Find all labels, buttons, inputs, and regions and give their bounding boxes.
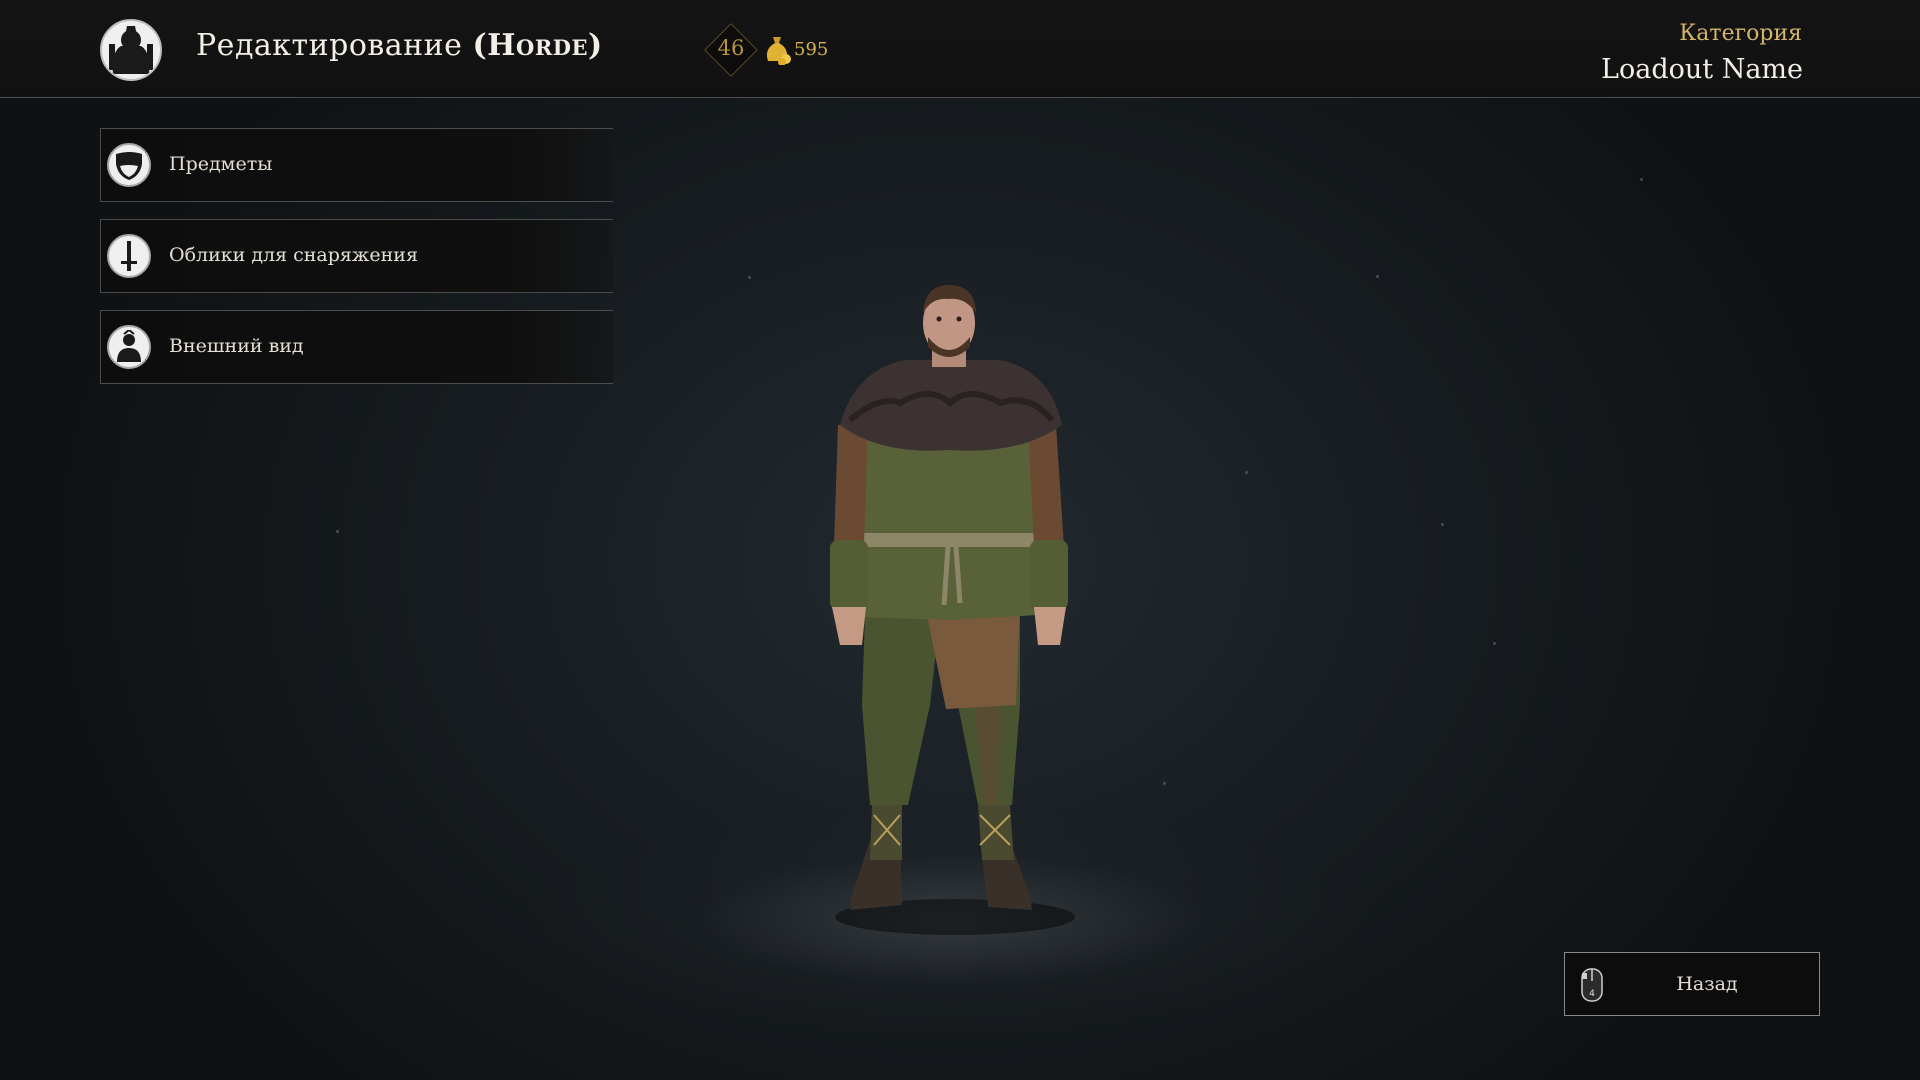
horde-warrior-emblem-icon: [100, 19, 162, 81]
menu-item-label: Внешний вид: [169, 335, 304, 357]
menu-item-items[interactable]: Предметы: [100, 128, 613, 202]
edit-category-menu: Предметы Облики для снаряжения Внешний в…: [100, 128, 613, 401]
menu-item-appearance[interactable]: Внешний вид: [100, 310, 613, 384]
back-button-label: Назад: [1676, 973, 1738, 995]
loadout-name[interactable]: Loadout Name: [1601, 54, 1803, 85]
menu-item-label: Облики для снаряжения: [169, 244, 418, 266]
shield-icon: [107, 143, 151, 187]
page-title-prefix: Редактирование: [196, 28, 463, 63]
gold-amount: 595: [794, 39, 829, 60]
category-label: Категория: [1679, 21, 1802, 46]
sword-icon: [107, 234, 151, 278]
level-value: 46: [717, 36, 745, 60]
gold-pouch-icon: [766, 37, 791, 65]
page-title: Редактирование (Horde): [196, 28, 603, 63]
page-title-faction: (Horde): [472, 28, 603, 63]
menu-item-label: Предметы: [169, 153, 273, 175]
menu-item-cosmetics[interactable]: Облики для снаряжения: [100, 219, 613, 293]
back-button[interactable]: 4 Назад: [1564, 952, 1820, 1016]
top-header-bar: Редактирование (Horde) 46 595 Категория …: [0, 0, 1920, 98]
character-model[interactable]: [820, 285, 1090, 945]
character-appearance-icon: [107, 325, 151, 369]
